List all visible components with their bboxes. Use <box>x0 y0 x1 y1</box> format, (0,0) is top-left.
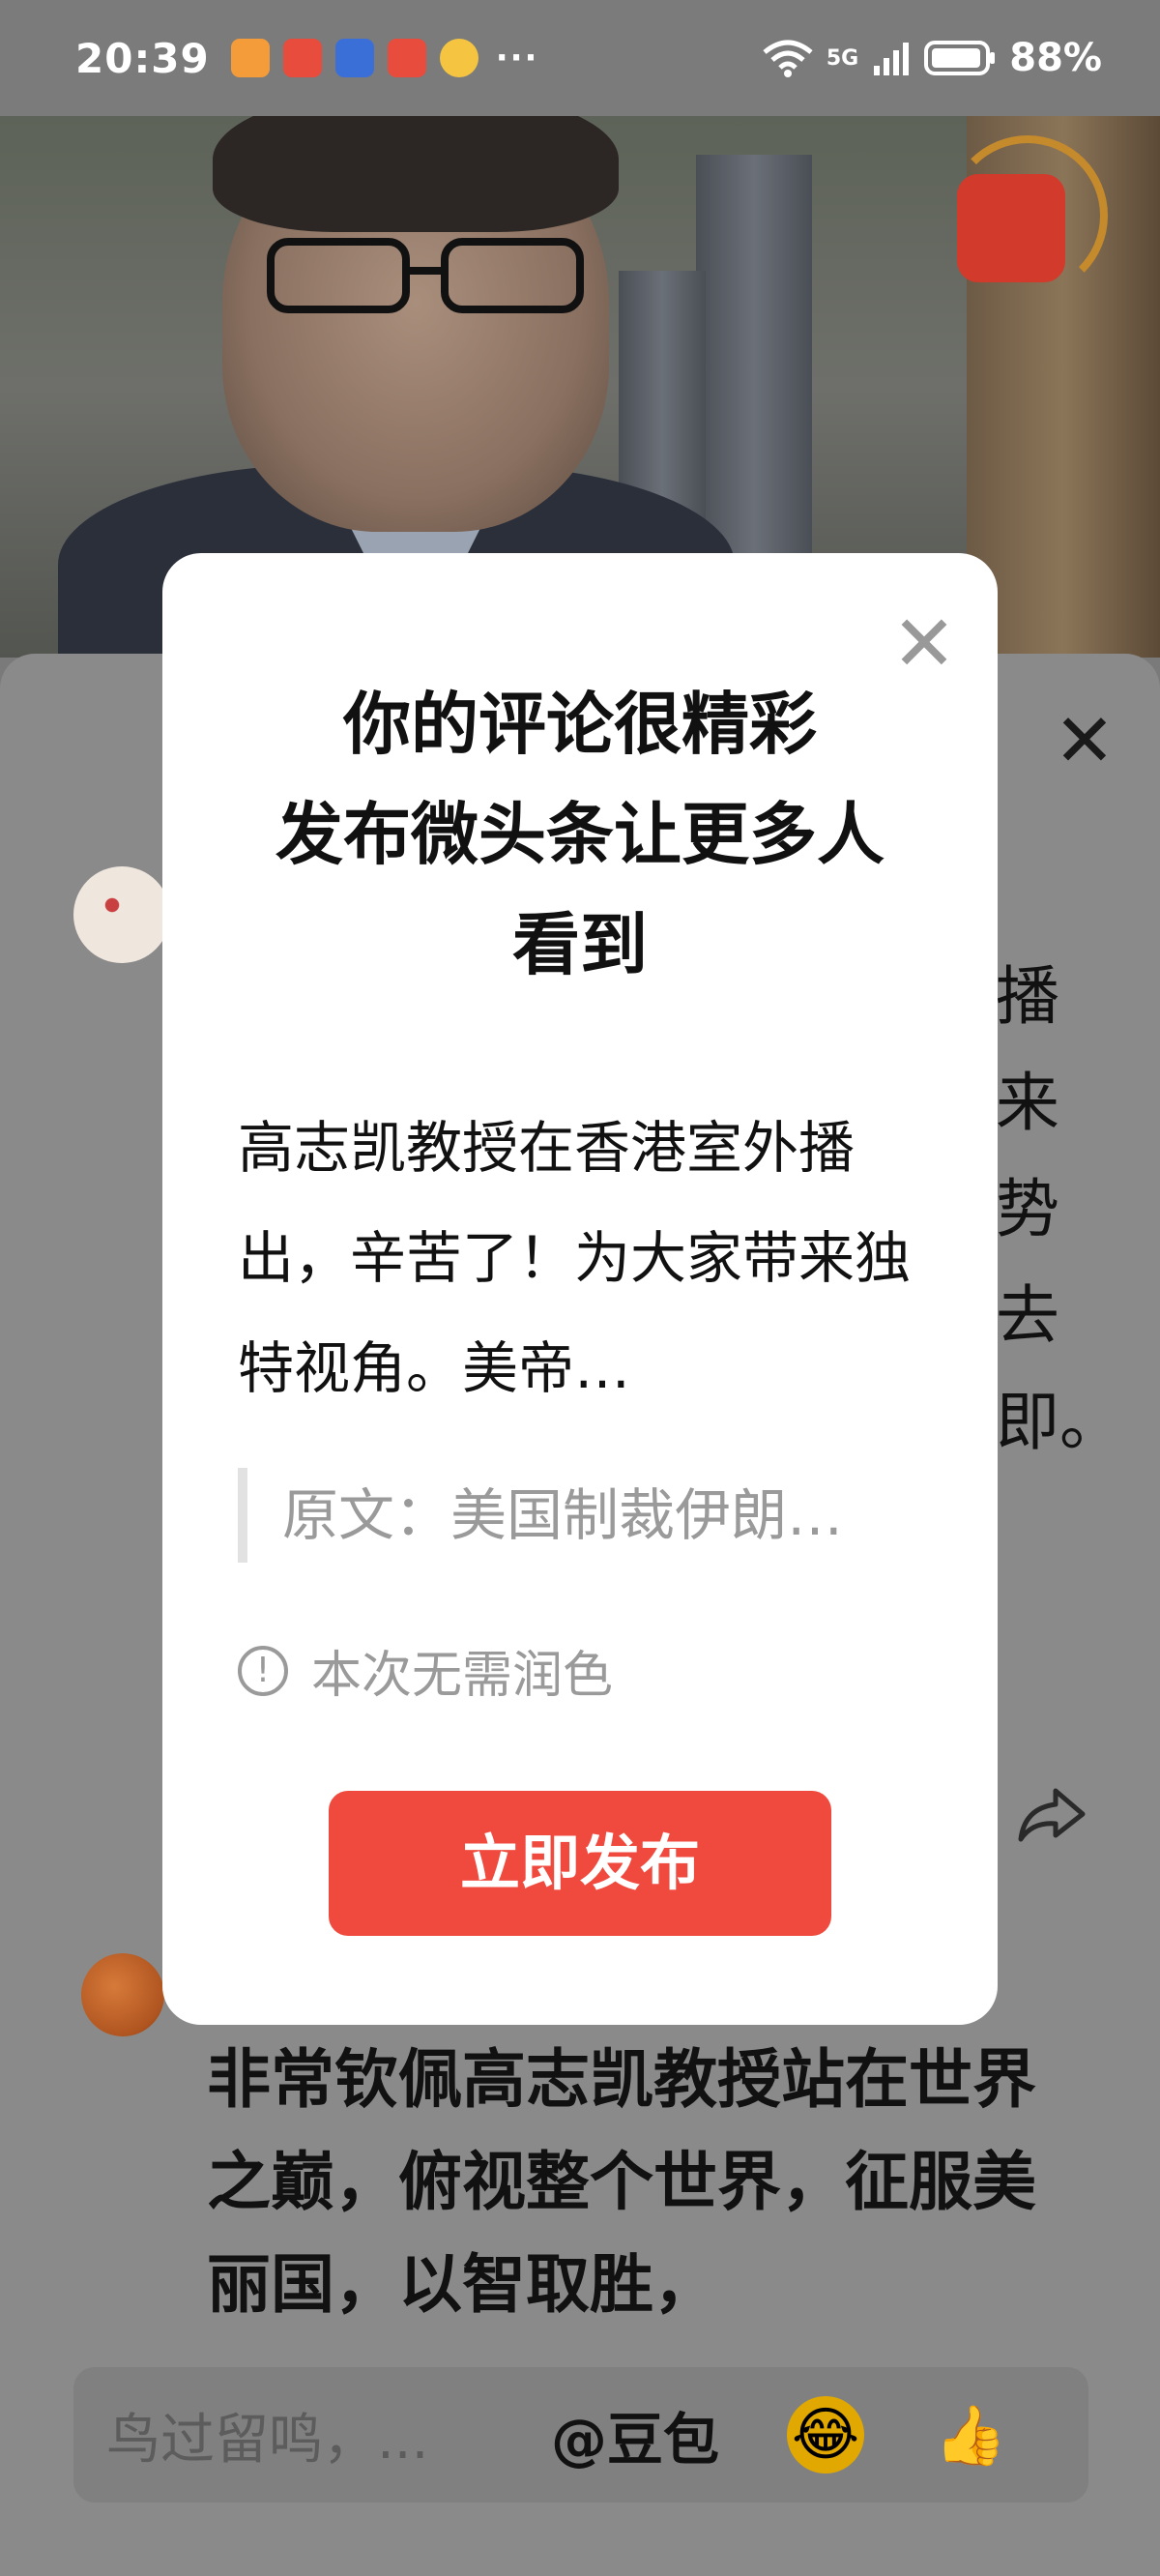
dialog-title-line: 看到 <box>512 905 648 984</box>
person-hair <box>213 116 619 232</box>
comment-input-bar[interactable]: 鸟过留鸣，... @豆包 😂 👍 <box>73 2367 1088 2503</box>
mention-doubao-button[interactable]: @豆包 <box>551 2394 719 2475</box>
shield-app-icon <box>334 39 374 77</box>
comment-text-fragment: 去 <box>996 1278 1059 1353</box>
status-right: 5G 88% <box>763 36 1102 80</box>
signal-icon <box>874 43 910 75</box>
notification-icons <box>230 39 478 77</box>
more-notifications-icon: ··· <box>495 39 539 77</box>
battery-level: 88% <box>1009 36 1102 80</box>
dialog-title-line: 你的评论很精彩 <box>343 685 817 764</box>
comment-text-fragment: 势 <box>996 1172 1059 1246</box>
info-icon: ! <box>238 1645 288 1696</box>
health-app-icon <box>230 39 270 77</box>
clown-app-icon <box>282 39 322 77</box>
dialog-title: 你的评论很精彩 发布微头条让更多人 看到 <box>220 669 940 1000</box>
comment-text-fragment: 即。 <box>996 1385 1123 1459</box>
dialog-title-line: 发布微头条让更多人 <box>276 795 884 874</box>
weather-app-icon <box>439 39 478 77</box>
share-icon[interactable] <box>1013 1775 1090 1853</box>
close-icon[interactable]: ✕ <box>1046 702 1123 779</box>
original-quote: 原文：美国制裁伊朗… <box>238 1468 920 1563</box>
laughing-emoji-icon[interactable]: 😂 <box>787 2396 865 2474</box>
publish-now-button[interactable]: 立即发布 <box>329 1791 831 1936</box>
status-bar: 20:39 ··· 5G 88% <box>0 0 1160 116</box>
battery-icon <box>924 41 996 75</box>
status-time: 20:39 <box>75 34 210 82</box>
polish-note-text: 本次无需润色 <box>311 1647 614 1705</box>
comment-input[interactable]: 鸟过留鸣，... <box>106 2396 532 2474</box>
comment-text: 非常钦佩高志凯教授站在世界之巅，俯视整个世界，征服美丽国，以智取胜， <box>207 2042 1036 2322</box>
comment-text-fragment: 来 <box>996 1066 1059 1140</box>
comment-text-fragment: 播 <box>996 959 1059 1034</box>
wifi-icon <box>763 40 813 77</box>
polish-note: ! 本次无需润色 <box>238 1634 613 1707</box>
thumbs-up-emoji-icon[interactable]: 👍 <box>932 2396 1009 2474</box>
clown-app-icon <box>387 39 426 77</box>
post-preview-text: 高志凯教授在香港室外播出，辛苦了！为大家带来独特视角。美帝… <box>238 1115 912 1401</box>
red-packet-icon[interactable] <box>957 174 1065 282</box>
glasses-graphic <box>267 238 584 313</box>
avatar[interactable] <box>81 1953 164 2036</box>
publish-post-dialog: ✕ 你的评论很精彩 发布微头条让更多人 看到 高志凯教授在香港室外播出，辛苦了！… <box>162 553 998 2025</box>
avatar[interactable] <box>73 866 170 963</box>
network-type: 5G <box>826 45 859 71</box>
